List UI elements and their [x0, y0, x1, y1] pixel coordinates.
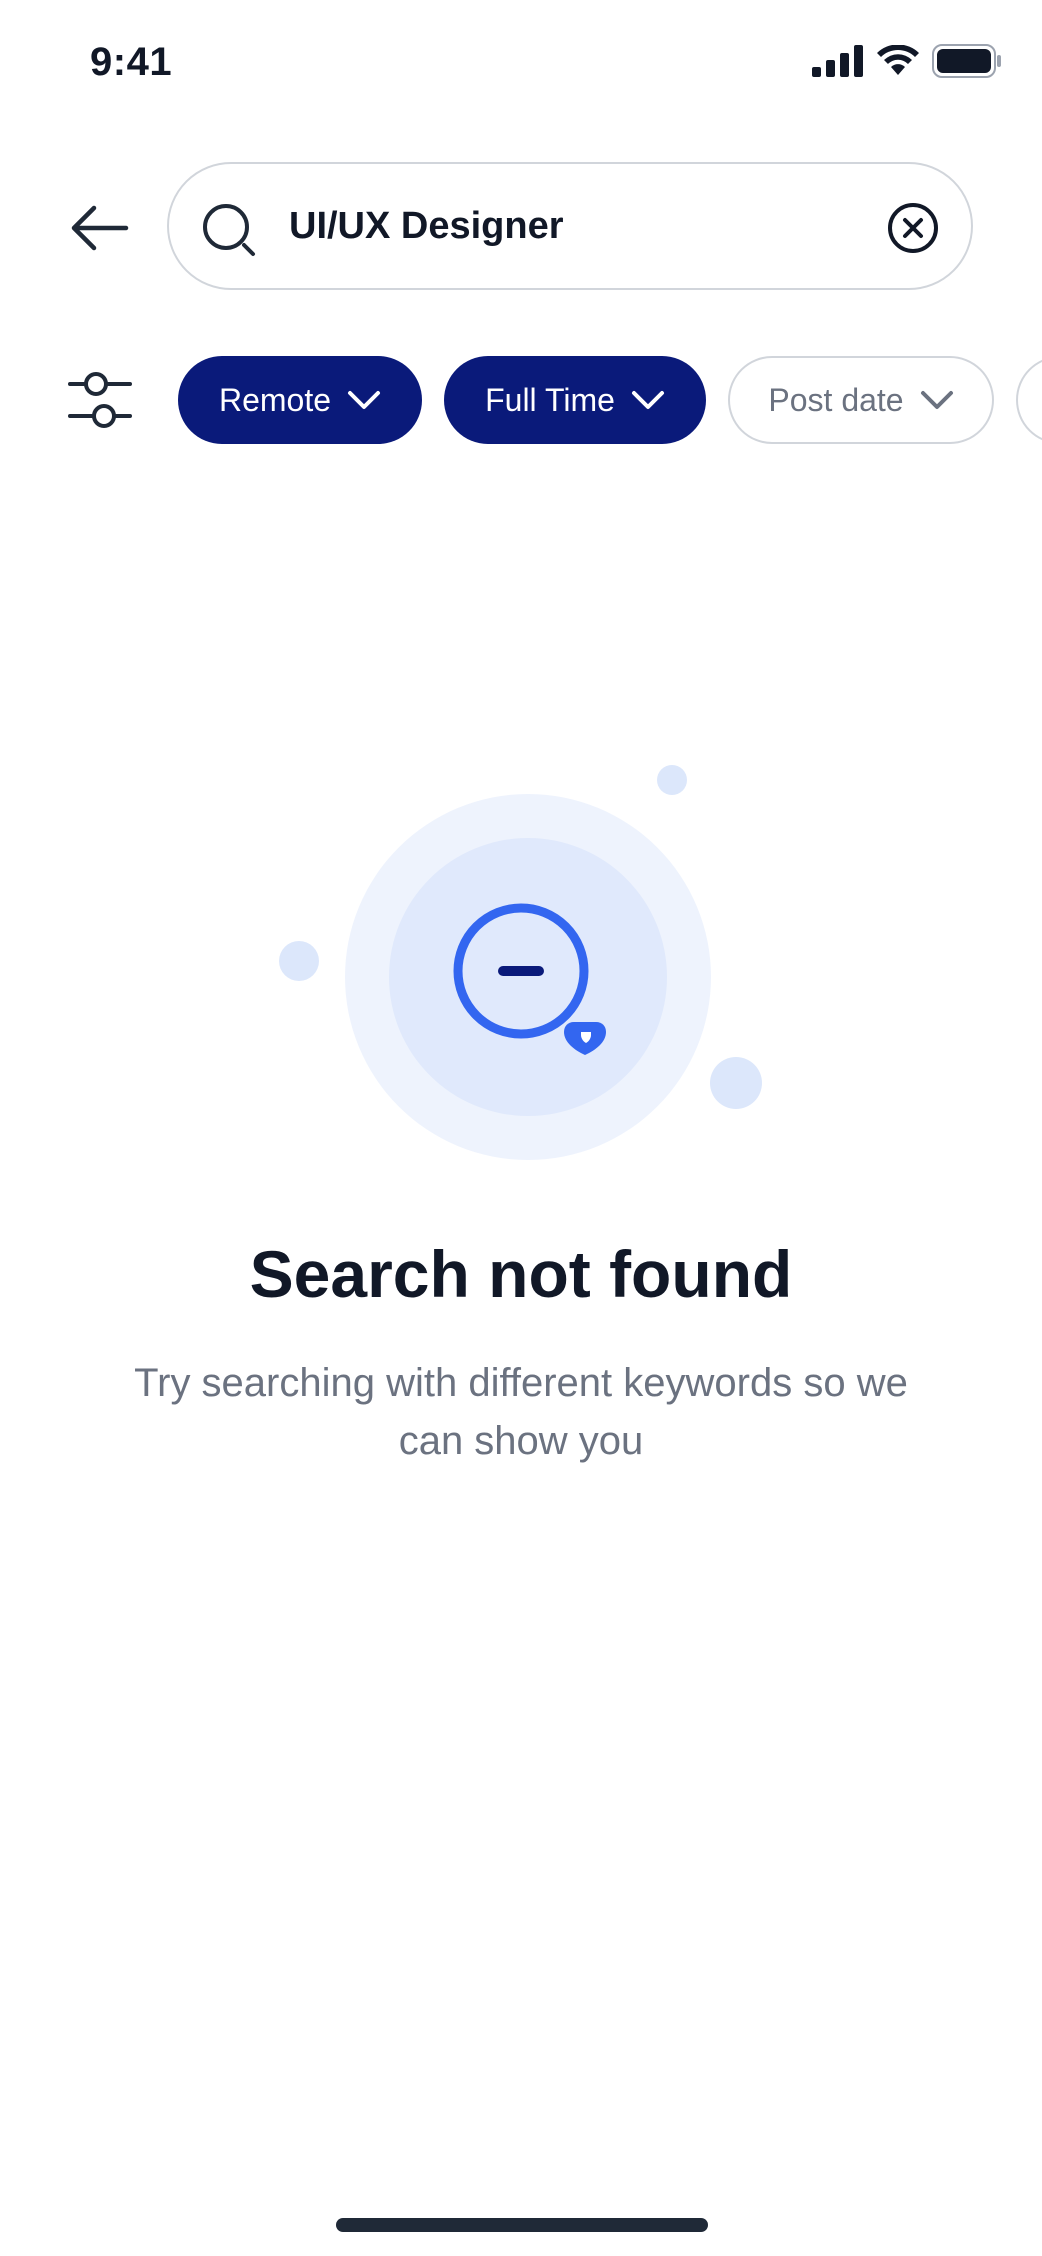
status-bar: 9:41: [0, 0, 1042, 130]
sliders-icon: [68, 372, 132, 428]
chevron-down-icon: [348, 391, 381, 409]
clear-search-button[interactable]: [887, 202, 939, 254]
filter-chip-more[interactable]: [1016, 356, 1042, 444]
close-circle-icon: [888, 203, 938, 253]
status-icons: [812, 44, 1002, 78]
back-button[interactable]: [66, 194, 134, 262]
chevron-down-icon: [631, 391, 664, 409]
filter-chip-label: Remote: [218, 381, 332, 418]
empty-state-title: Search not found: [249, 1237, 793, 1311]
filter-chip-full-time[interactable]: Full Time: [444, 356, 706, 444]
battery-icon: [932, 44, 1001, 78]
filter-chip-post-date[interactable]: Post date: [728, 356, 994, 444]
filter-chip-remote[interactable]: Remote: [178, 356, 422, 444]
not-found-graphic: [279, 765, 762, 1160]
filter-settings-button[interactable]: [64, 364, 136, 436]
not-found-illustration: [270, 750, 770, 1190]
search-icon: [203, 204, 255, 256]
search-box[interactable]: [167, 162, 973, 290]
filter-chip-label: Post date: [768, 381, 904, 418]
wifi-icon: [877, 45, 919, 75]
cellular-signal-icon: [812, 45, 863, 77]
search-header: [0, 160, 1042, 295]
arrow-left-icon: [71, 205, 129, 251]
search-input[interactable]: [289, 186, 849, 266]
empty-state-description: Try searching with different keywords so…: [134, 1361, 908, 1463]
home-indicator[interactable]: [336, 2218, 708, 2232]
chevron-down-icon: [920, 391, 953, 409]
filter-chip-label: Full Time: [485, 381, 615, 418]
status-time: 9:41: [90, 40, 173, 84]
filter-row: Remote Full Time Post date: [0, 352, 1042, 448]
